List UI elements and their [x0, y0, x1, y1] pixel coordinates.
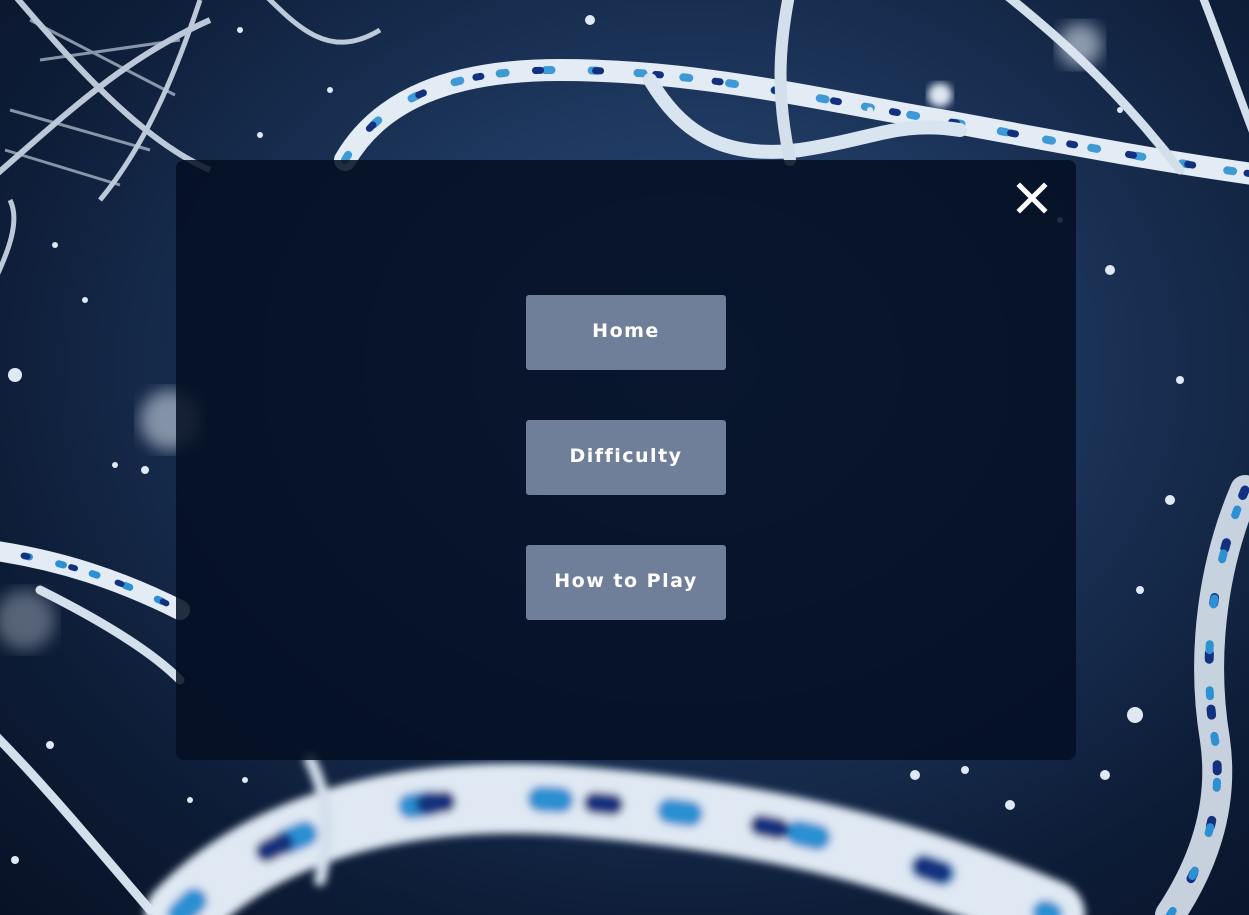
how-to-play-button-label: How to Play: [554, 569, 698, 592]
how-to-play-button[interactable]: How to Play: [526, 545, 726, 620]
home-button-label: Home: [592, 319, 660, 342]
home-button[interactable]: Home: [526, 295, 726, 370]
close-icon: [1016, 182, 1048, 214]
helix-top-arc: [334, 0, 1249, 185]
difficulty-button-label: Difficulty: [569, 444, 683, 467]
helix-right: [1155, 475, 1249, 915]
difficulty-button[interactable]: Difficulty: [526, 420, 726, 495]
helix-bottom: [145, 754, 1085, 915]
menu-panel: Home Difficulty How to Play: [176, 160, 1076, 760]
close-button[interactable]: [1012, 178, 1052, 218]
game-screen: Home Difficulty How to Play: [0, 0, 1249, 915]
